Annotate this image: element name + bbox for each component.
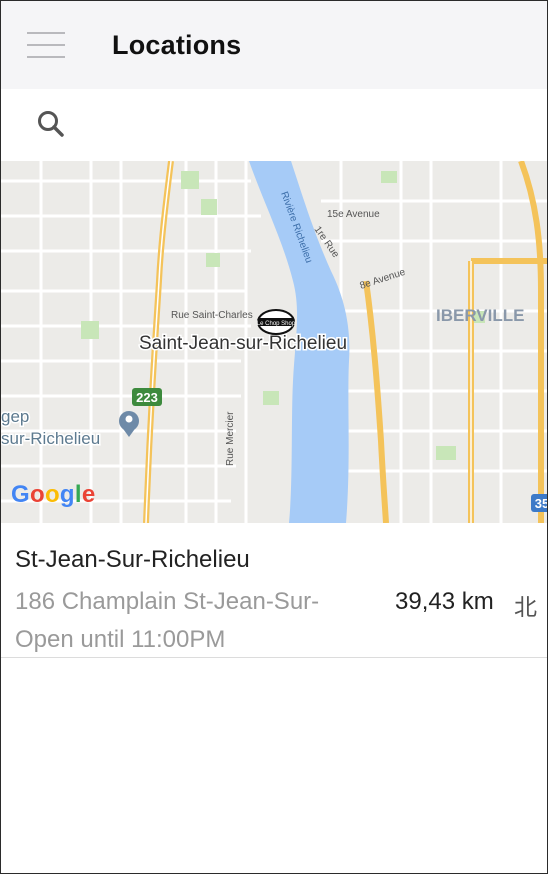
google-logo-letter: g xyxy=(59,481,75,508)
direction-indicator: 北 xyxy=(514,594,537,620)
location-hours: Open until 11:00PM xyxy=(15,626,226,653)
hamburger-menu-icon[interactable] xyxy=(25,30,67,60)
location-distance: 39,43 km xyxy=(395,588,494,615)
page-title: Locations xyxy=(112,30,242,60)
app-frame: Locations 223 3 15e Avenue 1re Rue 8e Av… xyxy=(0,0,548,874)
google-logo-letter: l xyxy=(74,481,82,508)
store-logo-text: Le Chop Shop xyxy=(257,321,296,327)
street-label: Rue Mercier xyxy=(225,411,236,466)
poi-label: gep xyxy=(1,407,29,426)
route-35-label: 35 xyxy=(535,496,547,511)
google-logo-letter: o xyxy=(44,481,60,508)
district-label: IBERVILLE xyxy=(436,306,524,325)
search-icon[interactable] xyxy=(35,108,67,140)
city-label: Saint-Jean-sur-Richelieu xyxy=(139,333,347,354)
location-name: St-Jean-Sur-Richelieu xyxy=(15,546,250,573)
search-input[interactable] xyxy=(81,105,525,145)
top-bar: Locations xyxy=(1,1,547,89)
google-attribution: Google xyxy=(11,481,96,509)
location-address: 186 Champlain St-Jean-Sur- xyxy=(15,588,320,615)
google-logo-letter: G xyxy=(11,481,30,508)
map-view[interactable]: 223 35 15e Avenue 1re Rue 8e Avenue Rue … xyxy=(1,161,547,523)
street-label: Rue Saint-Charles xyxy=(171,310,253,321)
google-logo-letter: e xyxy=(81,481,96,508)
poi-label: sur-Richelieu xyxy=(1,429,100,448)
route-223-label: 223 xyxy=(136,390,158,405)
google-logo-letter: o xyxy=(29,481,45,508)
street-label: 15e Avenue xyxy=(327,209,380,220)
